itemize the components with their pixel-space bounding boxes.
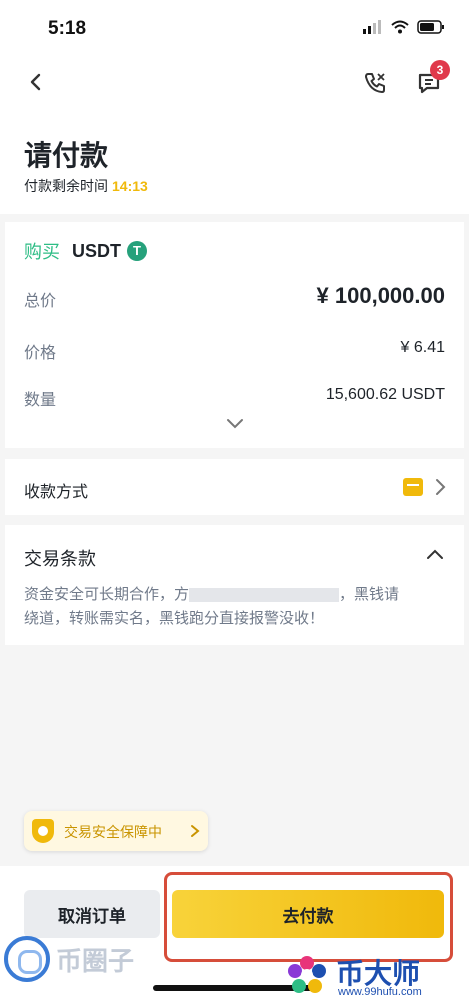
asset-label: USDT: [72, 240, 121, 261]
total-label: 总价: [24, 293, 57, 310]
status-icons: [363, 20, 445, 34]
side-label: 购买: [24, 242, 60, 262]
phone-call-icon[interactable]: [360, 68, 390, 98]
security-guarantee-pill[interactable]: 交易安全保障中: [24, 811, 208, 851]
redacted-block: [189, 588, 340, 603]
page-title: 请付款: [24, 140, 109, 171]
flower-logo-icon: [288, 956, 326, 993]
status-bar: 5:18: [0, 0, 469, 58]
watermark-logo-icon: [4, 936, 50, 982]
go-pay-button[interactable]: 去付款: [172, 890, 444, 938]
tether-icon: T: [127, 241, 147, 261]
watermark-left-text: 币圈子: [56, 945, 135, 976]
price-value: ¥ 6.41: [400, 339, 445, 356]
bank-card-icon: [403, 478, 423, 496]
terms-title: 交易条款: [24, 549, 96, 569]
status-time: 5:18: [48, 18, 87, 39]
guarantee-label: 交易安全保障中: [64, 824, 162, 840]
cancel-order-button[interactable]: 取消订单: [24, 890, 160, 938]
payment-method-label: 收款方式: [24, 484, 89, 501]
order-card: 购买 USDT T 总价 ¥ 100,000.00 价格 ¥ 6.41 数量 1…: [5, 222, 464, 448]
watermark-url: www.99hufu.com: [338, 986, 422, 998]
watermark-right: 币大师 www.99hufu.com: [286, 950, 466, 1000]
wifi-icon: [391, 20, 409, 34]
quantity-value: 15,600.62 USDT: [325, 386, 445, 403]
header-card: 请付款 付款剩余时间 14:13: [0, 108, 469, 214]
terms-text: 资金安全可长期合作，方 ，黑钱请 绕道，转账需实名，黑钱跑分直接报警没收！: [24, 583, 448, 631]
terms-card: 交易条款 资金安全可长期合作，方 ，黑钱请 绕道，转账需实名，黑钱跑分直接报警没收…: [5, 525, 464, 645]
order-asset-row: 购买 USDT T: [24, 238, 147, 264]
chevron-right-icon: [436, 479, 446, 495]
chat-badge: 3: [430, 60, 450, 80]
shield-icon: [32, 819, 54, 843]
battery-icon: [417, 20, 444, 34]
nav-bar: 3: [0, 58, 469, 108]
cellular-signal-icon: [363, 20, 381, 34]
chevron-right-icon: [191, 825, 200, 837]
quantity-label: 数量: [24, 392, 57, 409]
payment-method-row[interactable]: 收款方式: [5, 459, 464, 515]
countdown-row: 付款剩余时间 14:13: [24, 176, 148, 196]
terms-text-line1-end: ，黑钱请: [339, 586, 400, 603]
countdown-value: 14:13: [112, 178, 148, 194]
chevron-up-icon[interactable]: [425, 547, 445, 561]
watermark-left: 币圈子: [4, 936, 134, 982]
total-value: ¥ 100,000.00: [316, 283, 445, 308]
countdown-label: 付款剩余时间: [24, 178, 108, 194]
chevron-down-icon[interactable]: [225, 416, 245, 430]
terms-text-line2: 绕道，转账需实名，黑钱跑分直接报警没收！: [24, 610, 325, 627]
price-label: 价格: [24, 345, 57, 362]
terms-text-line1-start: 资金安全可长期合作，方: [24, 586, 190, 603]
back-arrow-icon[interactable]: [22, 68, 50, 96]
